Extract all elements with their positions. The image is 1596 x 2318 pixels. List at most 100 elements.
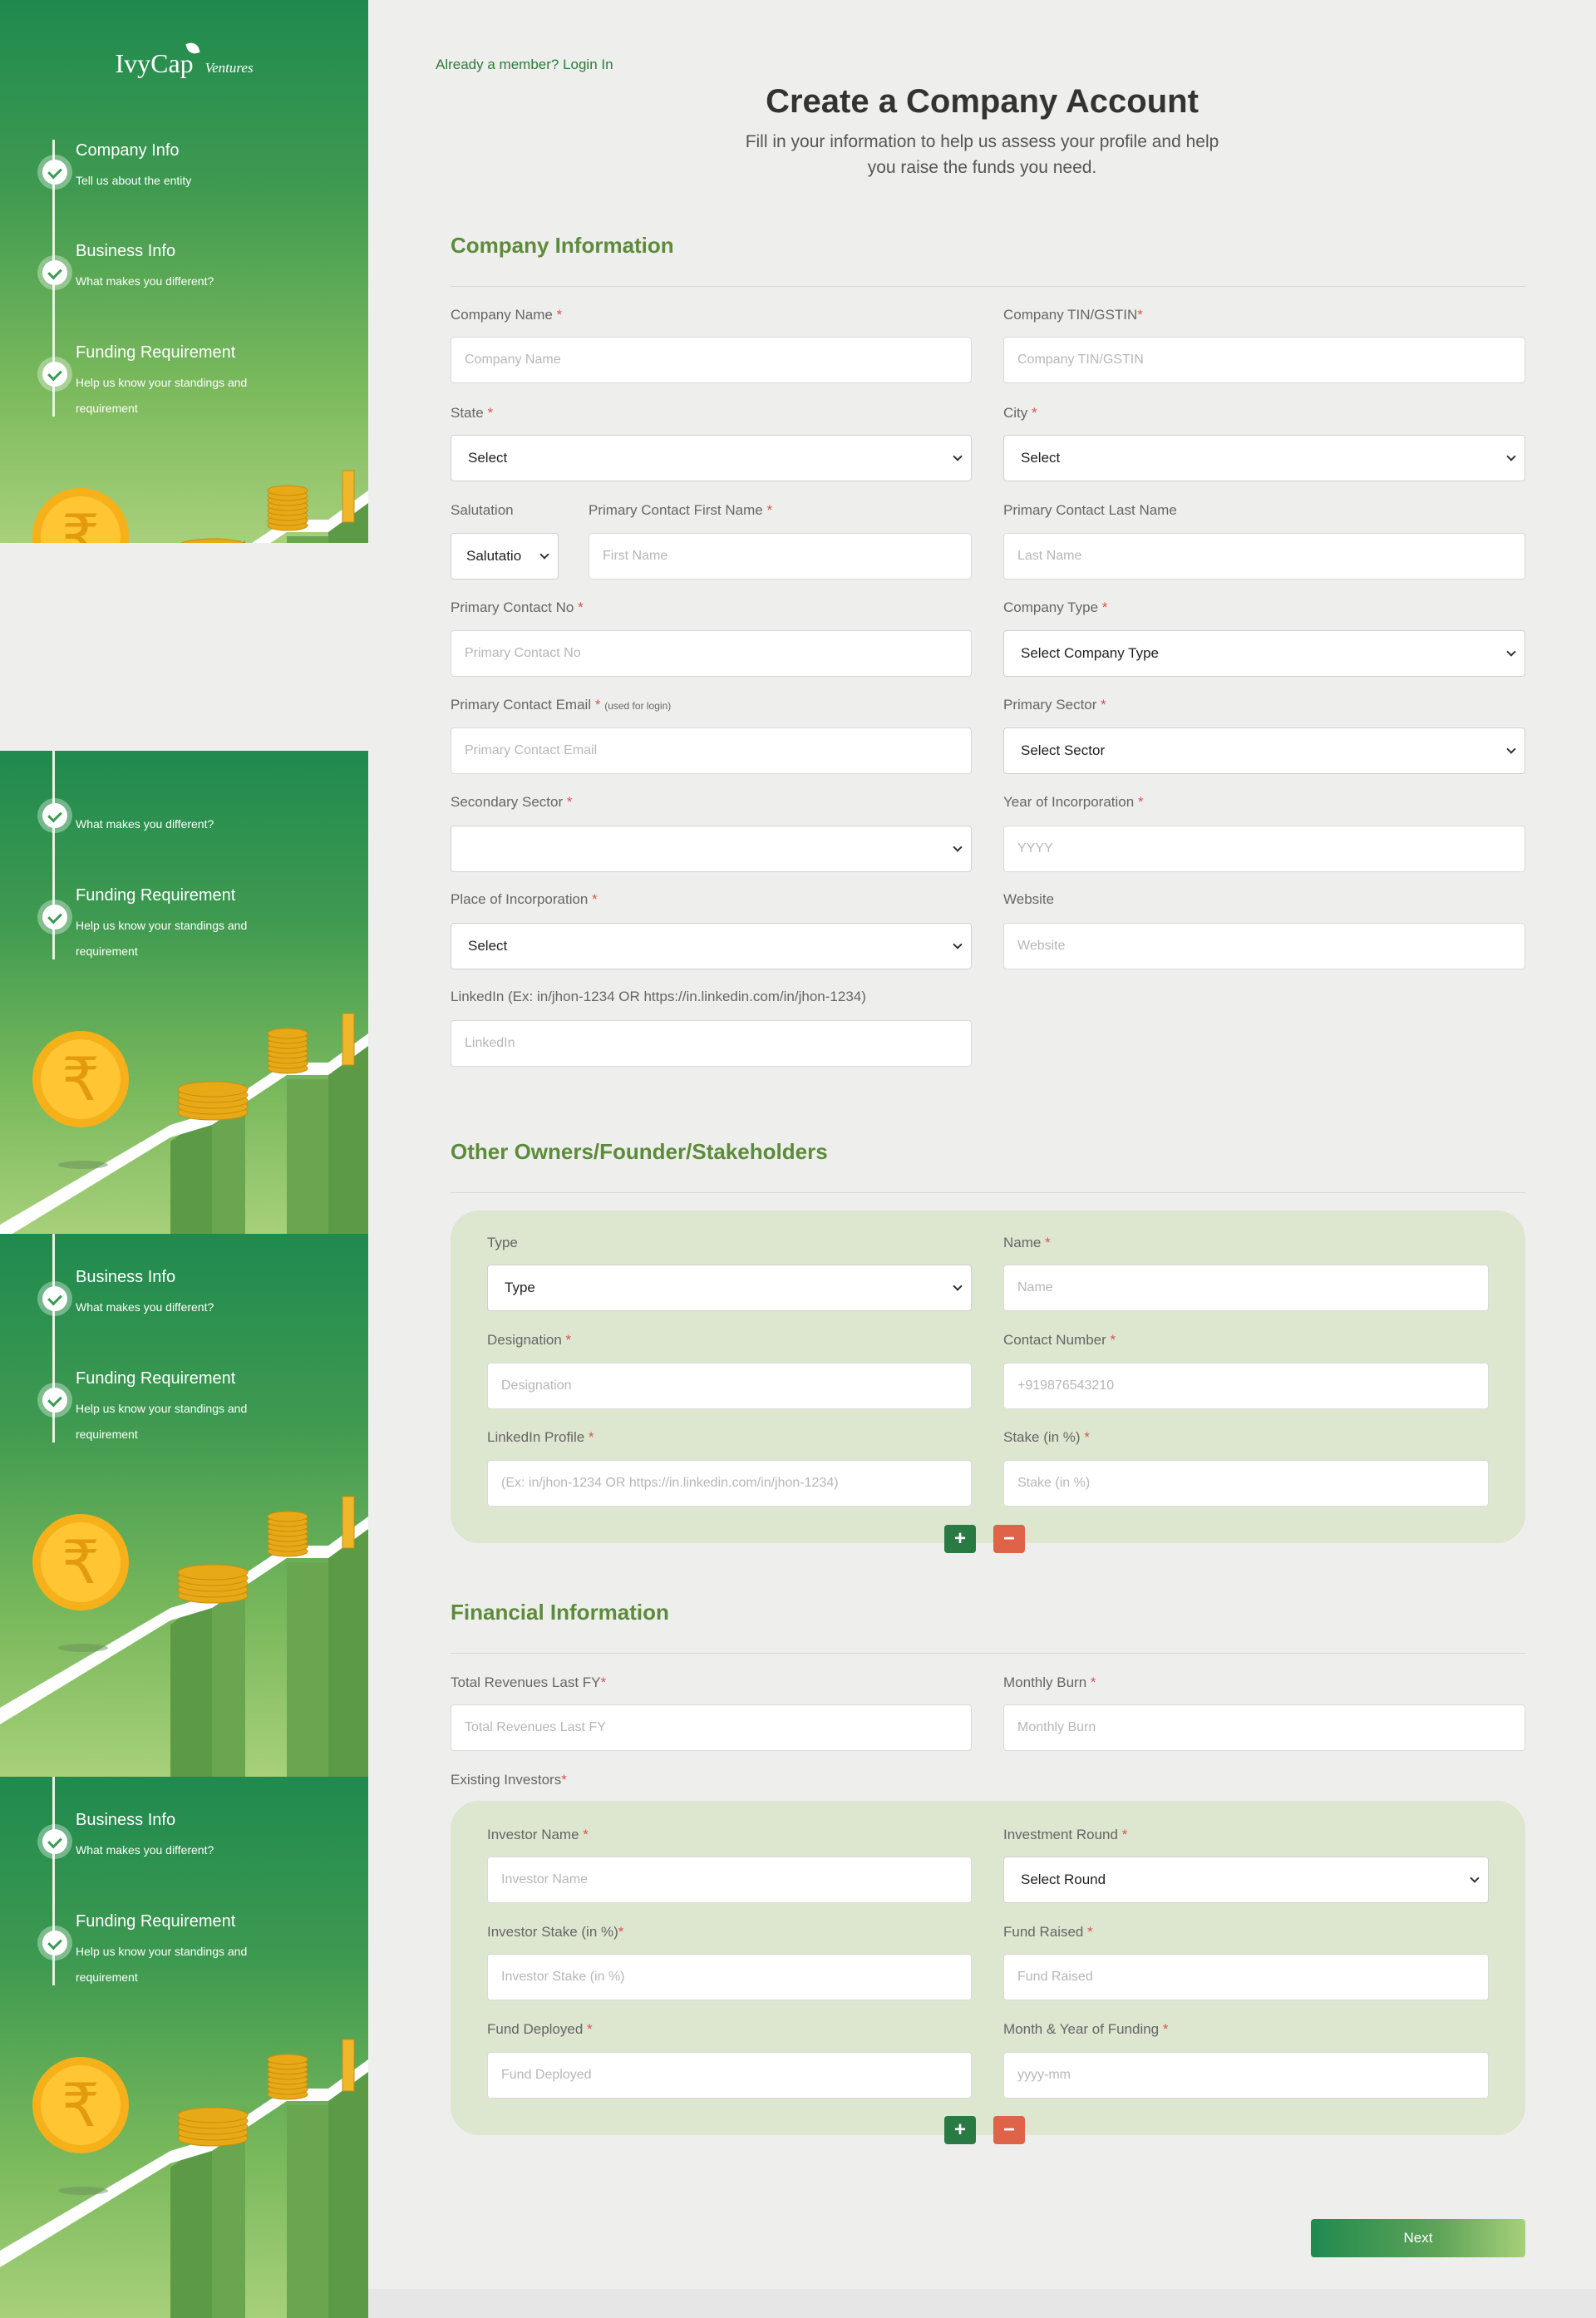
secondary-sector-select[interactable] [451, 826, 972, 872]
fund-deployed-input[interactable] [487, 2052, 972, 2099]
state-select[interactable]: Select [451, 435, 972, 481]
label-note: (used for login) [604, 700, 672, 712]
label-first-name: Primary Contact First Name * [589, 502, 772, 519]
first-name-input[interactable] [589, 533, 972, 580]
label-text: Investment Round [1003, 1827, 1118, 1842]
chevron-down-icon [1506, 647, 1516, 657]
step-desc: What makes you different? [76, 817, 214, 831]
company-type-select[interactable]: Select Company Type [1003, 630, 1525, 677]
step-title: Business Info [76, 1811, 176, 1829]
label-text: Stake (in %) [1003, 1429, 1081, 1445]
label-website: Website [1003, 891, 1054, 908]
month-year-input[interactable] [1003, 2052, 1489, 2099]
label-text: Investor Stake (in %) [487, 1924, 618, 1940]
investor-name-input[interactable] [487, 1857, 972, 1903]
rupee-growth-illustration: ₹ [0, 1013, 368, 1234]
add-investor-button[interactable]: + [944, 2116, 976, 2144]
city-select[interactable]: Select [1003, 435, 1525, 481]
burn-input[interactable] [1003, 1704, 1525, 1751]
page-subtitle: Fill in your information to help us asse… [368, 129, 1596, 180]
label-place: Place of Incorporation * [451, 891, 598, 908]
stake-input[interactable] [1003, 1460, 1489, 1507]
fund-raised-input[interactable] [1003, 1954, 1489, 2000]
label-primary-sector: Primary Sector * [1003, 697, 1106, 713]
required-mark: * [1110, 1332, 1116, 1348]
primary-sector-select[interactable]: Select Sector [1003, 727, 1525, 774]
linkedin-input[interactable] [451, 1020, 972, 1067]
section-title-company: Company Information [451, 233, 674, 258]
label-burn: Monthly Burn * [1003, 1674, 1096, 1691]
remove-investor-button[interactable]: − [993, 2116, 1025, 2144]
brand-suffix: Ventures [204, 60, 254, 76]
step-title: Business Info [76, 1268, 176, 1286]
last-name-input[interactable] [1003, 533, 1525, 580]
step-desc: Help us know your standings and requirem… [76, 1945, 248, 1984]
place-select[interactable]: Select [451, 923, 972, 969]
owner-linkedin-input[interactable] [487, 1460, 972, 1507]
label-state: State * [451, 405, 493, 422]
rupee-symbol: ₹ [62, 1044, 100, 1114]
chevron-down-icon [953, 842, 963, 852]
step-desc: What makes you different? [76, 1843, 214, 1857]
contact-no-input[interactable] [451, 630, 972, 677]
step-desc: Help us know your standings and requirem… [76, 1402, 248, 1441]
add-owner-button[interactable]: + [944, 1525, 976, 1553]
rupee-growth-illustration: ₹ [0, 2039, 368, 2318]
email-input[interactable] [451, 727, 972, 774]
designation-input[interactable] [487, 1363, 972, 1409]
chevron-down-icon [1506, 451, 1516, 461]
label-text: Primary Sector [1003, 697, 1097, 713]
required-mark: * [1137, 307, 1143, 323]
required-mark: * [1084, 1429, 1090, 1445]
company-name-input[interactable] [451, 337, 972, 383]
website-input[interactable] [1003, 923, 1525, 969]
remove-owner-button[interactable]: − [993, 1525, 1025, 1553]
section-title-owners: Other Owners/Founder/Stakeholders [451, 1139, 828, 1164]
label-text: City [1003, 405, 1028, 421]
required-mark: * [1090, 1674, 1096, 1690]
label-text: Website [1003, 891, 1055, 907]
required-mark: * [587, 2021, 593, 2037]
divider [451, 286, 1525, 287]
required-mark: * [487, 405, 494, 421]
revenues-input[interactable] [451, 1704, 972, 1751]
chevron-down-icon [539, 550, 549, 560]
label-month-year: Month & Year of Funding * [1003, 2021, 1169, 2038]
owner-contact-input[interactable] [1003, 1363, 1489, 1409]
sidebar-panel: IvyCap Ventures Company Info Tell us abou… [0, 0, 368, 543]
select-value: Select [1021, 450, 1061, 466]
label-text: Year of Incorporation [1003, 794, 1135, 810]
label-text: Secondary Sector [451, 794, 564, 810]
investment-round-select[interactable]: Select Round [1003, 1857, 1489, 1903]
plus-icon: + [953, 2118, 966, 2141]
tin-input[interactable] [1003, 337, 1525, 383]
label-owner-linkedin: LinkedIn Profile * [487, 1429, 594, 1446]
label-text: Primary Contact Email [451, 697, 592, 713]
label-fund-deployed: Fund Deployed * [487, 2021, 593, 2038]
required-mark: * [566, 794, 573, 810]
required-mark: * [578, 599, 584, 615]
label-investor-name: Investor Name * [487, 1827, 589, 1843]
investor-stake-input[interactable] [487, 1954, 972, 2000]
owner-type-select[interactable]: Type [487, 1265, 972, 1311]
label-last-name: Primary Contact Last Name [1003, 502, 1177, 519]
year-input[interactable] [1003, 826, 1525, 872]
rupee-symbol: ₹ [62, 1527, 100, 1597]
required-mark: * [565, 1332, 572, 1348]
step-title: Funding Requirement [76, 343, 236, 362]
label-salutation: Salutation [451, 502, 514, 519]
label-text: Designation [487, 1332, 562, 1348]
owner-name-input[interactable] [1003, 1265, 1489, 1311]
required-mark: * [1045, 1235, 1051, 1250]
label-text: Primary Contact No [451, 599, 574, 615]
step-desc: Help us know your standings and requirem… [76, 376, 248, 415]
login-link[interactable]: Already a member? Login In [436, 57, 613, 73]
chevron-down-icon [953, 1281, 963, 1291]
label-text: Investor Name [487, 1827, 579, 1842]
next-button[interactable]: Next [1311, 2219, 1525, 2257]
label-company-type: Company Type * [1003, 599, 1107, 616]
label-tin: Company TIN/GSTIN* [1003, 307, 1143, 323]
minus-icon: − [1002, 2118, 1015, 2141]
salutation-select[interactable]: Salutatio [451, 533, 559, 580]
label-text: LinkedIn (Ex: in/jhon-1234 OR https://in… [451, 989, 866, 1004]
